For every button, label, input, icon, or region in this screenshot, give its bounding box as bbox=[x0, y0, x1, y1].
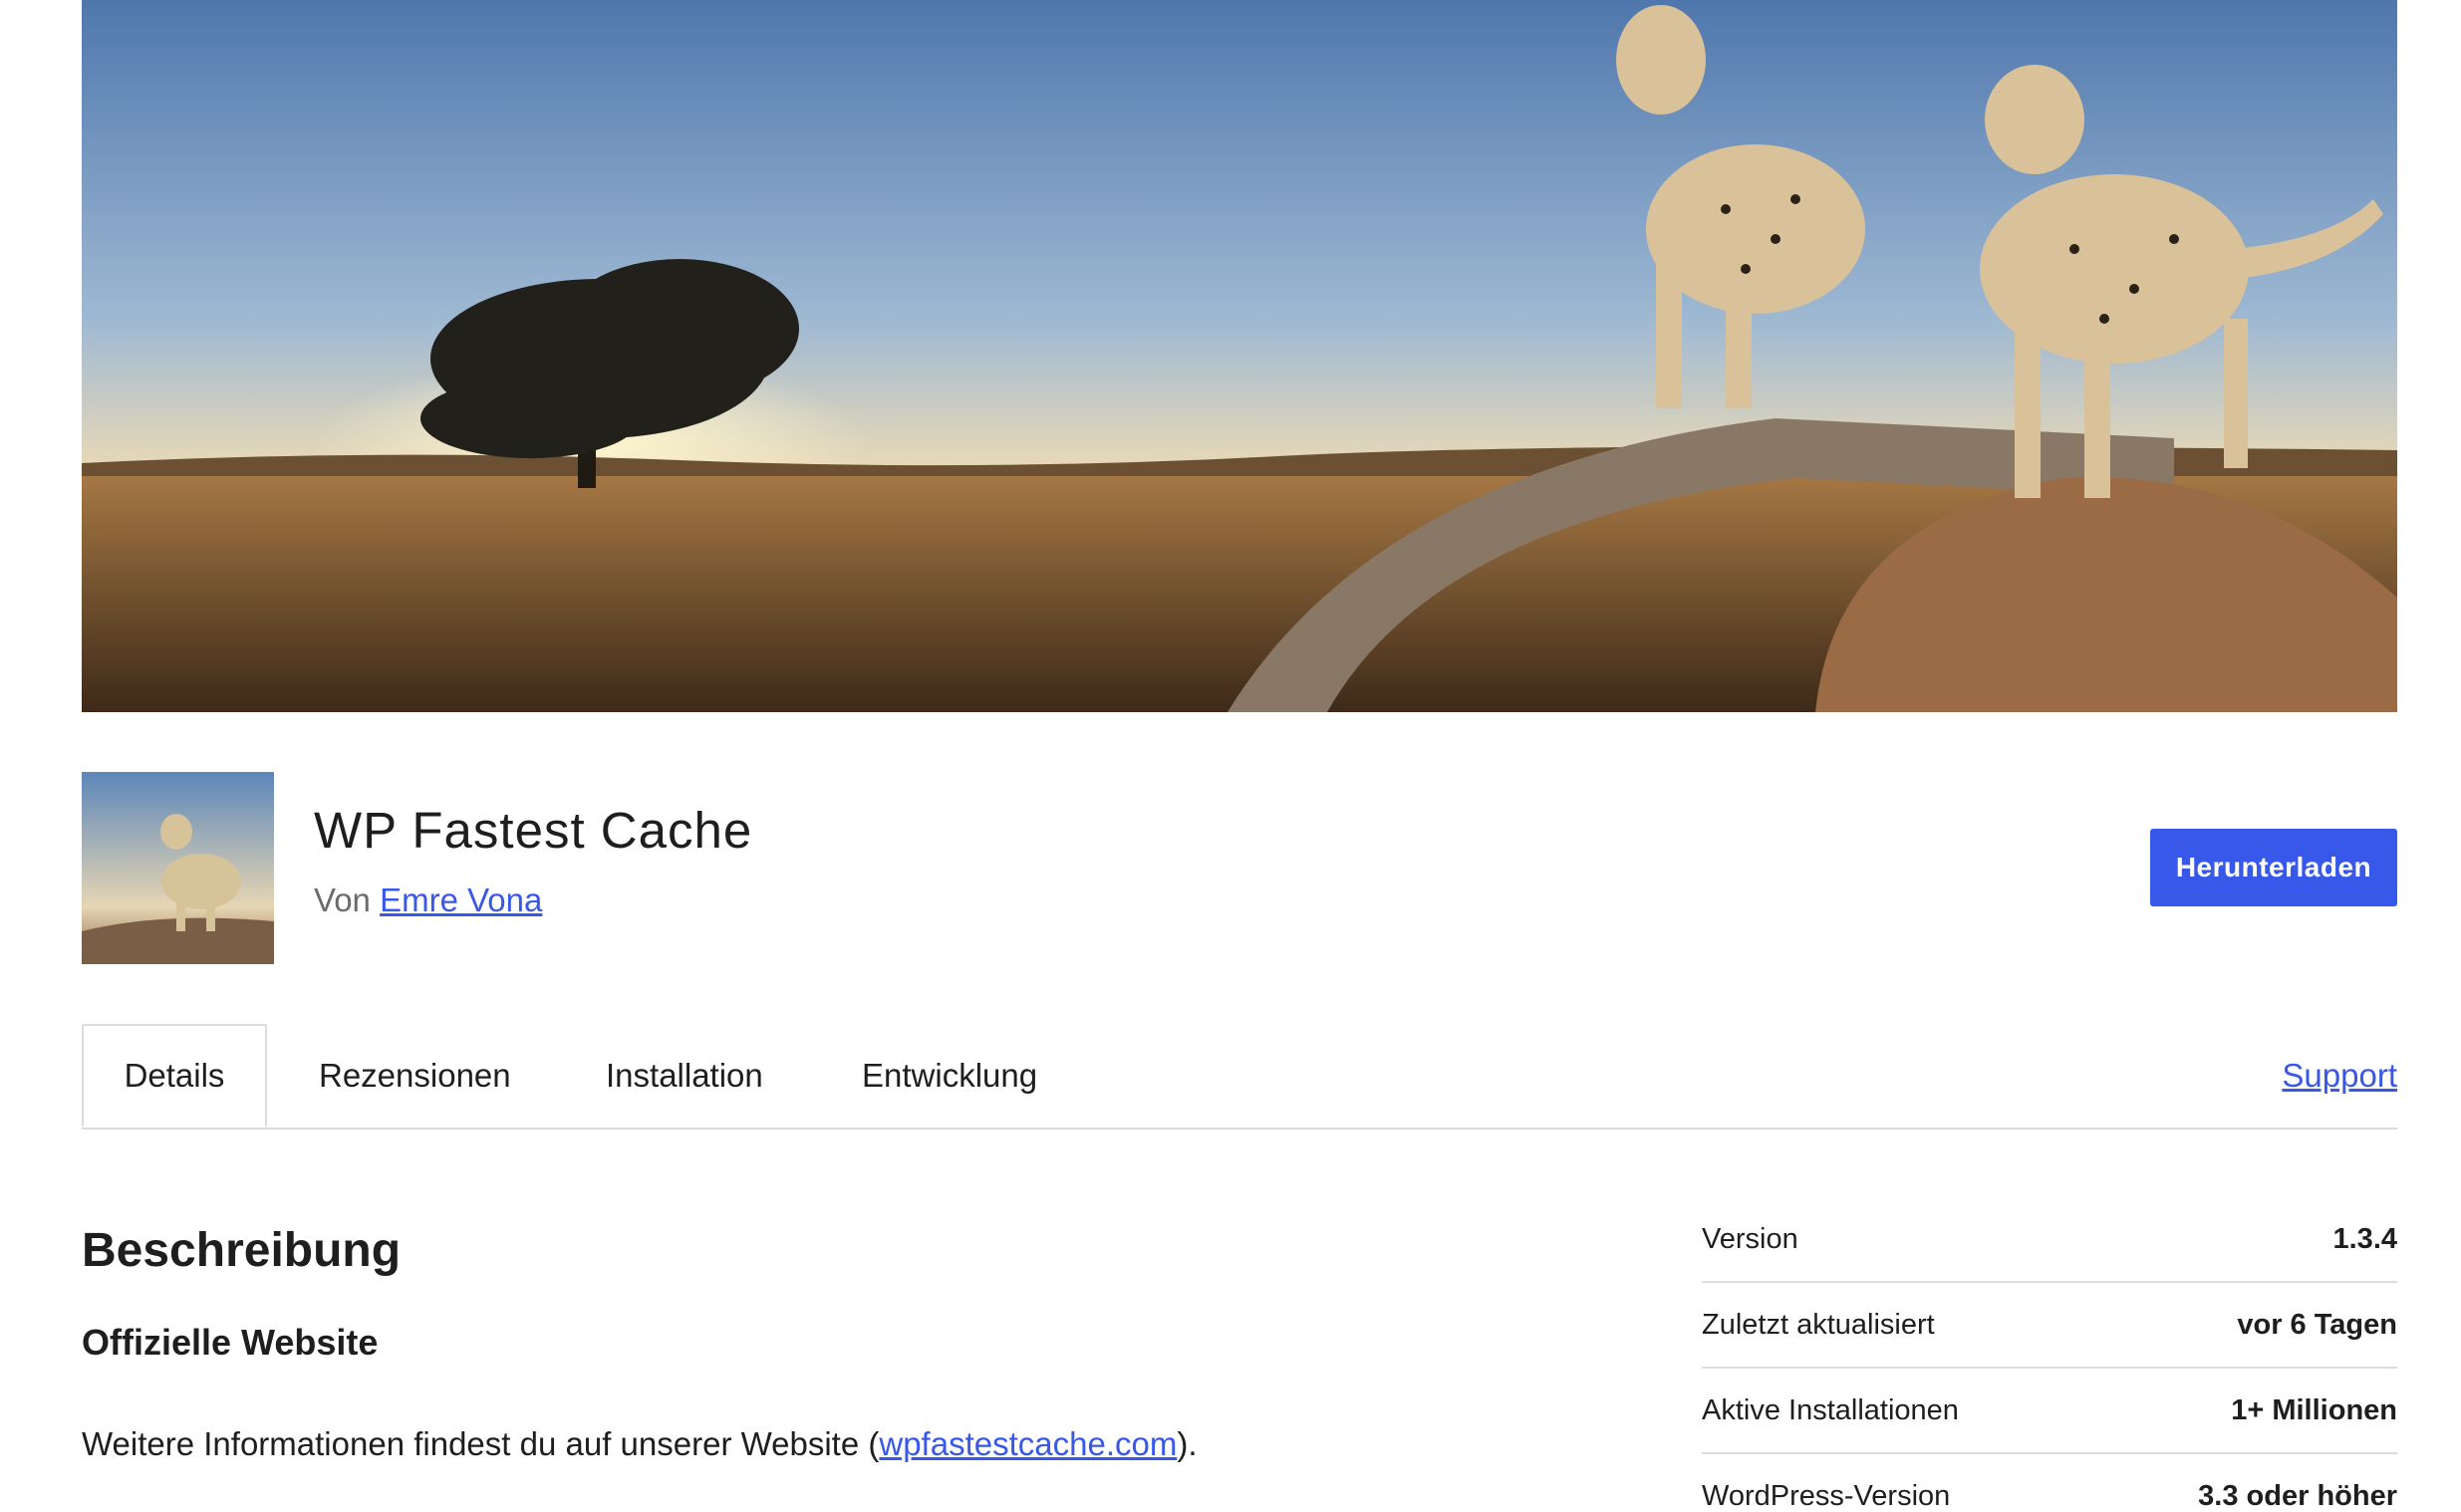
support-link[interactable]: Support bbox=[2282, 1024, 2397, 1128]
description-text-before: Weitere Informationen findest du auf uns… bbox=[82, 1425, 880, 1462]
byline-prefix: Von bbox=[314, 882, 371, 918]
plugin-banner-image bbox=[82, 0, 2397, 712]
download-button[interactable]: Herunterladen bbox=[2150, 829, 2397, 906]
meta-key: Zuletzt aktualisiert bbox=[1702, 1308, 1935, 1341]
plugin-title: WP Fastest Cache bbox=[314, 802, 753, 859]
website-link[interactable]: wpfastestcache.com bbox=[879, 1425, 1177, 1462]
plugin-icon bbox=[82, 772, 274, 964]
meta-key: Aktive Installationen bbox=[1702, 1393, 1959, 1426]
meta-key: WordPress-Version bbox=[1702, 1479, 1951, 1512]
plugin-meta: Version 1.3.4 Zuletzt aktualisiert vor 6… bbox=[1702, 1197, 2397, 1512]
tab-label: Entwicklung bbox=[862, 1057, 1038, 1094]
description-text: Weitere Informationen findest du auf uns… bbox=[82, 1422, 1198, 1466]
tab-development[interactable]: Entwicklung bbox=[862, 1024, 1037, 1128]
meta-row-active-installs: Aktive Installationen 1+ Millionen bbox=[1702, 1369, 2397, 1454]
meta-value: 3.3 oder höher bbox=[2198, 1479, 2397, 1512]
description-text-after: ). bbox=[1177, 1425, 1198, 1462]
meta-row-wordpress-version: WordPress-Version 3.3 oder höher bbox=[1702, 1454, 2397, 1512]
tab-installation[interactable]: Installation bbox=[606, 1024, 763, 1128]
meta-row-version: Version 1.3.4 bbox=[1702, 1197, 2397, 1283]
tab-label: Details bbox=[124, 1057, 225, 1094]
official-website-heading: Offizielle Website bbox=[82, 1322, 379, 1363]
tab-reviews[interactable]: Rezensionen bbox=[319, 1024, 511, 1128]
tab-label: Rezensionen bbox=[319, 1057, 511, 1094]
tab-label: Installation bbox=[606, 1057, 763, 1094]
author-link[interactable]: Emre Vona bbox=[380, 882, 542, 918]
meta-value: 1.3.4 bbox=[2332, 1222, 2398, 1255]
meta-row-last-updated: Zuletzt aktualisiert vor 6 Tagen bbox=[1702, 1283, 2397, 1369]
meta-value: 1+ Millionen bbox=[2231, 1393, 2397, 1426]
plugin-tabs: Details Rezensionen Installation Entwick… bbox=[82, 1024, 2397, 1130]
meta-key: Version bbox=[1702, 1222, 1798, 1255]
description-heading: Beschreibung bbox=[82, 1224, 402, 1277]
plugin-page: WP Fastest Cache Von Emre Vona Herunterl… bbox=[0, 0, 2461, 1512]
tab-details[interactable]: Details bbox=[82, 1024, 267, 1128]
plugin-byline: Von Emre Vona bbox=[314, 881, 542, 920]
meta-value: vor 6 Tagen bbox=[2237, 1308, 2397, 1341]
